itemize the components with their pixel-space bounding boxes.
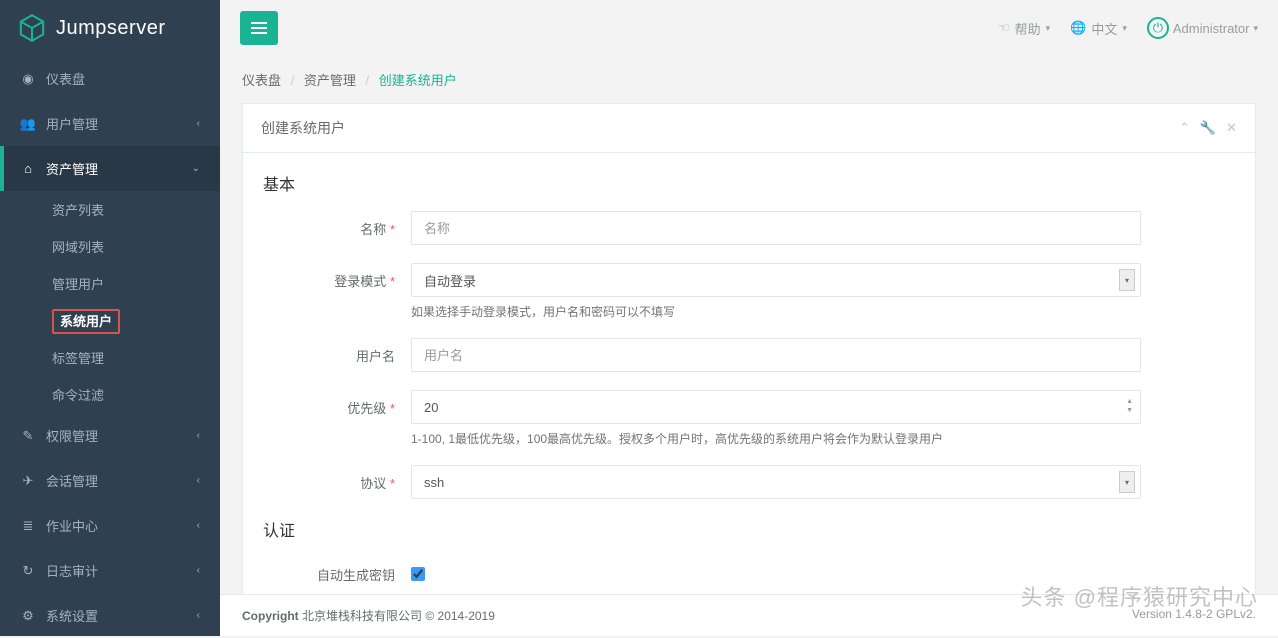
form-panel: 创建系统用户 ⌃ 🔧 ✕ 基本 名称 * 登录模式 * ▾ (242, 103, 1256, 613)
chevron-down-icon: ⌄ (192, 163, 200, 174)
sidebar-sub-system-user[interactable]: 系统用户 (0, 302, 220, 339)
priority-input[interactable] (411, 390, 1141, 424)
rocket-icon: ✈ (20, 473, 36, 489)
inbox-icon: ⌂ (20, 161, 36, 176)
breadcrumb-item[interactable]: 资产管理 (304, 73, 356, 88)
login-mode-select[interactable] (411, 263, 1141, 297)
protocol-select[interactable] (411, 465, 1141, 499)
sidebar: Jumpserver ◉ 仪表盘 👥 用户管理 ‹ ⌂ 资产管理 ⌄ 资产列表 … (0, 0, 220, 636)
support-icon: ☜ (998, 20, 1010, 36)
breadcrumb: 仪表盘 / 资产管理 / 创建系统用户 (220, 56, 1278, 103)
section-auth: 认证 (263, 517, 1235, 541)
history-icon: ↻ (20, 563, 36, 579)
help-link[interactable]: ☜ 帮助 ▾ (998, 19, 1050, 38)
coffee-icon: ≣ (20, 518, 36, 534)
admin-menu[interactable]: ⏻ Administrator ▾ (1147, 17, 1258, 39)
dashboard-icon: ◉ (20, 71, 36, 87)
caret-down-icon: ▾ (1046, 23, 1051, 34)
sidebar-sub-label[interactable]: 标签管理 (0, 339, 220, 376)
sidebar-item-audit[interactable]: ↻ 日志审计 ‹ (0, 548, 220, 593)
sidebar-item-dashboard[interactable]: ◉ 仪表盘 (0, 56, 220, 101)
power-icon: ⏻ (1147, 17, 1169, 39)
breadcrumb-item[interactable]: 仪表盘 (242, 73, 281, 88)
section-basic: 基本 (263, 171, 1235, 195)
panel-title: 创建系统用户 (261, 118, 345, 138)
sidebar-item-settings[interactable]: ⚙ 系统设置 ‹ (0, 593, 220, 638)
globe-icon: 🌐 (1070, 20, 1086, 36)
collapse-icon[interactable]: ⌃ (1179, 120, 1190, 136)
panel-header: 创建系统用户 ⌃ 🔧 ✕ (243, 104, 1255, 153)
caret-down-icon: ▾ (1253, 23, 1258, 34)
content: 仪表盘 / 资产管理 / 创建系统用户 创建系统用户 ⌃ 🔧 ✕ 基本 名称 *… (220, 56, 1278, 636)
version-text: Version 1.4.8-2 GPLv2. (1132, 607, 1256, 624)
sidebar-sub-cmd-filter[interactable]: 命令过滤 (0, 376, 220, 413)
gear-icon: ⚙ (20, 608, 36, 624)
name-input[interactable] (411, 211, 1141, 245)
topbar: ☜ 帮助 ▾ 🌐 中文 ▾ ⏻ Administrator ▾ (220, 0, 1278, 56)
wrench-icon[interactable]: 🔧 (1200, 120, 1216, 136)
chevron-left-icon: ‹ (197, 118, 200, 129)
sidebar-sub-admin-user[interactable]: 管理用户 (0, 265, 220, 302)
footer: Copyright 北京堆栈科技有限公司 © 2014-2019 Version… (220, 594, 1278, 636)
caret-down-icon: ▾ (1122, 23, 1127, 34)
username-input[interactable] (411, 338, 1141, 372)
logo-icon (16, 12, 48, 44)
chevron-left-icon: ‹ (197, 430, 200, 441)
chevron-left-icon: ‹ (197, 565, 200, 576)
chevron-left-icon: ‹ (197, 610, 200, 621)
sidebar-sub-domain-list[interactable]: 网域列表 (0, 228, 220, 265)
users-icon: 👥 (20, 116, 36, 132)
brand-text: Jumpserver (56, 17, 165, 40)
bars-icon (251, 22, 267, 34)
sidebar-item-users[interactable]: 👥 用户管理 ‹ (0, 101, 220, 146)
sidebar-toggle-button[interactable] (240, 11, 278, 45)
chevron-left-icon: ‹ (197, 475, 200, 486)
logo[interactable]: Jumpserver (0, 0, 220, 56)
sidebar-item-sessions[interactable]: ✈ 会话管理 ‹ (0, 458, 220, 503)
breadcrumb-current: 创建系统用户 (379, 73, 457, 88)
language-link[interactable]: 🌐 中文 ▾ (1070, 19, 1127, 38)
sidebar-sub-asset-list[interactable]: 资产列表 (0, 191, 220, 228)
sidebar-item-jobs[interactable]: ≣ 作业中心 ‹ (0, 503, 220, 548)
login-mode-help: 如果选择手动登录模式，用户名和密码可以不填写 (411, 303, 1141, 320)
sidebar-item-perms[interactable]: ✎ 权限管理 ‹ (0, 413, 220, 458)
sidebar-item-assets[interactable]: ⌂ 资产管理 ⌄ (0, 146, 220, 191)
chevron-left-icon: ‹ (197, 520, 200, 531)
autokey-checkbox[interactable] (411, 567, 425, 581)
close-icon[interactable]: ✕ (1226, 120, 1237, 136)
priority-help: 1-100, 1最低优先级，100最高优先级。授权多个用户时，高优先级的系统用户… (411, 430, 1141, 447)
edit-icon: ✎ (20, 428, 36, 444)
